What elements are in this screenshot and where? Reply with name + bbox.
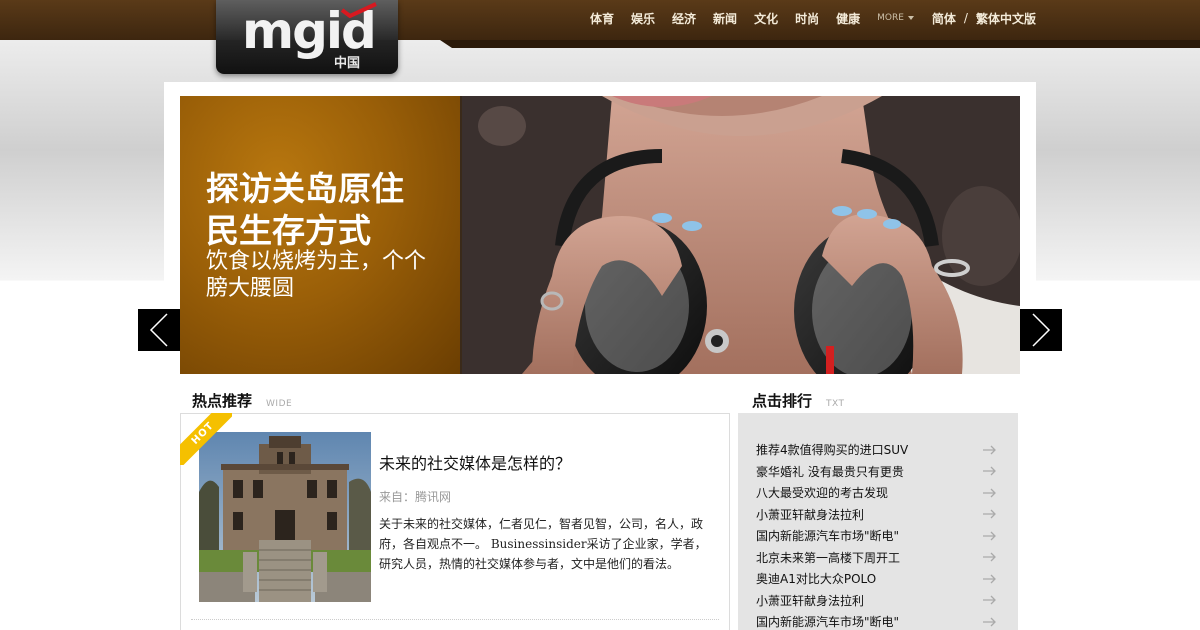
featured-headline[interactable]: 未来的社交媒体是怎样的？ <box>379 450 571 474</box>
arrow-right-icon <box>982 444 998 456</box>
rank-list: 推荐4款值得购买的进口SUV 豪华婚礼 没有最贵只有更贵 八大最受欢迎的考古发现… <box>738 439 1018 630</box>
rank-item-label: 国内新能源汽车市场"断电" <box>756 529 900 544</box>
arrow-right-icon <box>982 508 998 520</box>
headphones-woman-image <box>462 96 1020 374</box>
nav-item-culture[interactable]: 文化 <box>754 10 778 27</box>
rank-item[interactable]: 国内新能源汽车市场"断电" <box>738 611 1018 630</box>
rank-list-panel: 推荐4款值得购买的进口SUV 豪华婚礼 没有最贵只有更贵 八大最受欢迎的考古发现… <box>738 413 1018 630</box>
chevron-down-icon <box>907 15 914 20</box>
slider-prev-button[interactable] <box>138 309 180 351</box>
hero-title[interactable]: 探访关岛原住民生存方式 <box>206 168 436 252</box>
logo-sub: 中国 <box>334 56 361 71</box>
hot-badge-label: HOT <box>180 413 232 465</box>
hero-image[interactable] <box>462 96 1020 374</box>
rank-item-label: 豪华婚礼 没有最贵只有更贵 <box>756 464 904 479</box>
rank-item[interactable]: 推荐4款值得购买的进口SUV <box>738 439 1018 461</box>
top-bar-shadow <box>440 40 1200 48</box>
arrow-right-icon <box>982 594 998 606</box>
arrow-right-icon <box>982 487 998 499</box>
hot-section-header: 热点推荐 WIDE <box>192 390 292 411</box>
rank-item[interactable]: 小萧亚轩献身法拉利 <box>738 590 1018 612</box>
hot-section-title: 热点推荐 <box>192 392 253 410</box>
rank-item-label: 小萧亚轩献身法拉利 <box>756 593 865 608</box>
main-nav: 体育 娱乐 经济 新闻 文化 时尚 健康 MORE 简体 / 繁体中文版 <box>590 0 1053 36</box>
rank-item-label: 小萧亚轩献身法拉利 <box>756 507 865 522</box>
rank-item-label: 北京未来第一高楼下周开工 <box>756 550 901 565</box>
arrow-right-icon <box>982 616 998 628</box>
rank-section-header: 点击排行 TXT <box>752 390 845 411</box>
lang-traditional-link[interactable]: 繁体中文版 <box>976 10 1036 27</box>
hot-section-tag[interactable]: WIDE <box>266 399 292 409</box>
arrow-right-icon <box>982 573 998 585</box>
chevron-left-icon <box>149 313 168 347</box>
slider-next-button[interactable] <box>1020 309 1062 351</box>
hero-slider[interactable]: 探访关岛原住民生存方式 饮食以烧烤为主，个个膀大腰圆 <box>180 96 1020 374</box>
mgid-logo[interactable]: mgid 中国 <box>216 0 398 74</box>
nav-item-news[interactable]: 新闻 <box>713 10 737 27</box>
hero-subtitle: 饮食以烧烤为主，个个膀大腰圆 <box>206 249 427 301</box>
chevron-right-icon <box>1032 313 1051 347</box>
arrow-right-icon <box>982 551 998 563</box>
lang-separator: / <box>963 11 968 25</box>
featured-source: 来自：腾讯网 <box>379 490 452 504</box>
rank-section-tag[interactable]: TXT <box>826 399 845 409</box>
rank-item-label: 推荐4款值得购买的进口SUV <box>756 443 909 458</box>
rank-item[interactable]: 奥迪A1对比大众POLO <box>738 568 1018 590</box>
arrow-right-icon <box>982 465 998 477</box>
featured-article-card: HOT 未来的社交媒体是怎样的？ 来自：腾讯网 关于未来的社交媒体，仁者见仁，智… <box>180 413 730 630</box>
featured-description: 关于未来的社交媒体，仁者见仁，智者见智，公司，名人，政府，各自观点不一。 Bus… <box>379 517 707 571</box>
check-mark-icon <box>340 2 377 18</box>
nav-item-health[interactable]: 健康 <box>836 10 860 27</box>
nav-more-label: MORE <box>877 13 904 23</box>
rank-item[interactable]: 北京未来第一高楼下周开工 <box>738 547 1018 569</box>
rank-item[interactable]: 国内新能源汽车市场"断电" <box>738 525 1018 547</box>
nav-item-economy[interactable]: 经济 <box>672 10 696 27</box>
nav-item-fashion[interactable]: 时尚 <box>795 10 819 27</box>
hero-text-panel: 探访关岛原住民生存方式 饮食以烧烤为主，个个膀大腰圆 <box>180 96 462 374</box>
divider <box>191 619 719 620</box>
nav-item-sports[interactable]: 体育 <box>590 10 614 27</box>
rank-item-label: 国内新能源汽车市场"断电" <box>756 615 900 630</box>
rank-section-title: 点击排行 <box>752 392 813 410</box>
nav-more-dropdown[interactable]: MORE <box>877 13 914 23</box>
rank-item-label: 八大最受欢迎的考古发现 <box>756 486 889 501</box>
lang-simplified-link[interactable]: 简体 <box>932 10 956 27</box>
rank-item[interactable]: 小萧亚轩献身法拉利 <box>738 504 1018 526</box>
hot-badge: HOT <box>180 413 232 465</box>
rank-item[interactable]: 豪华婚礼 没有最贵只有更贵 <box>738 461 1018 483</box>
arrow-right-icon <box>982 530 998 542</box>
nav-item-entertainment[interactable]: 娱乐 <box>631 10 655 27</box>
rank-item-label: 奥迪A1对比大众POLO <box>756 572 877 587</box>
rank-item[interactable]: 八大最受欢迎的考古发现 <box>738 482 1018 504</box>
